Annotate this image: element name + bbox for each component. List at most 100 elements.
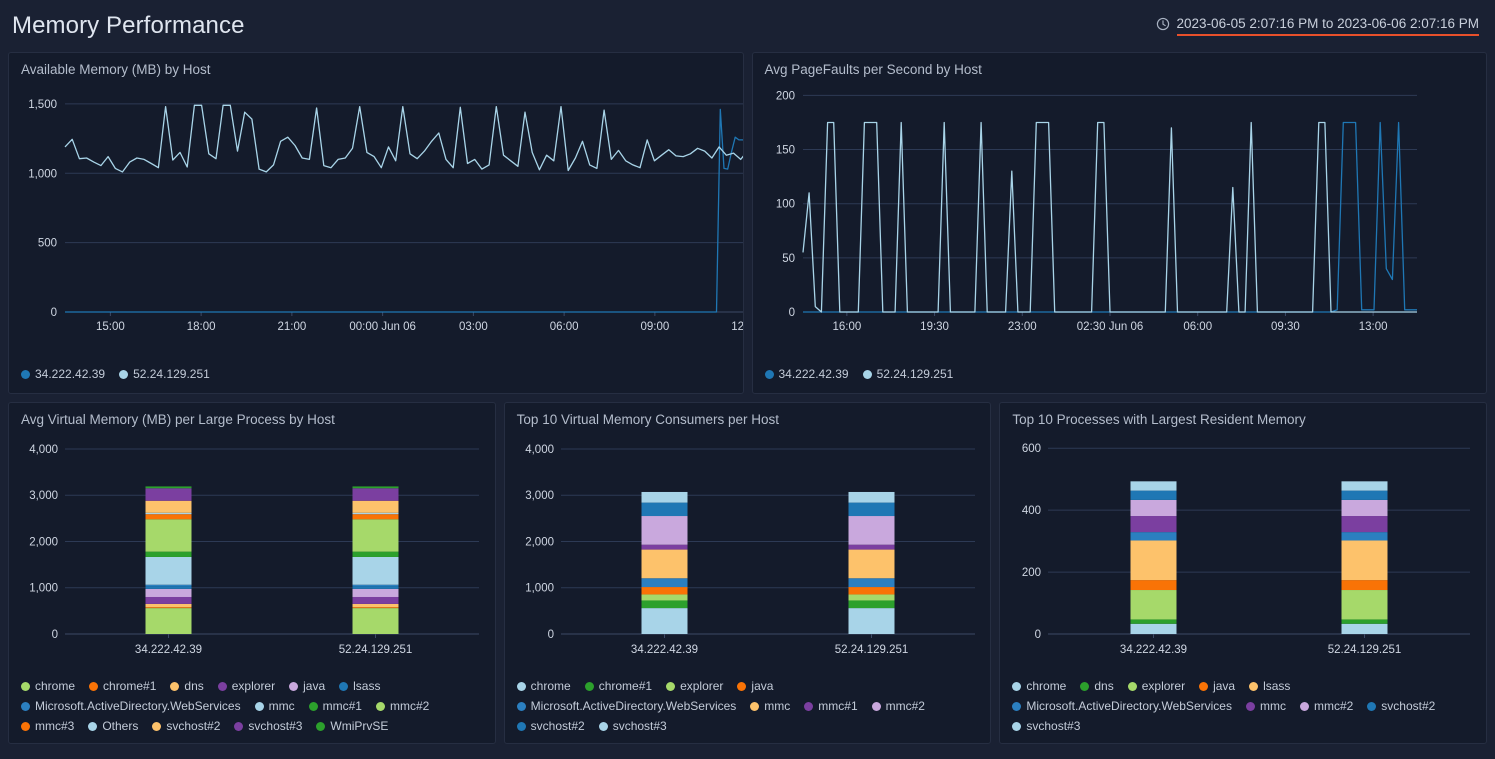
- legend-item[interactable]: chrome#1: [584, 677, 652, 695]
- legend-color-swatch: [862, 369, 872, 379]
- legend-color-swatch: [584, 681, 594, 691]
- chart-legend: 34.222.42.39 52.24.129.251: [764, 365, 1479, 383]
- bar-segment: [1341, 490, 1388, 501]
- bar-segment: [145, 519, 192, 552]
- svg-text:2,000: 2,000: [29, 537, 58, 549]
- panel-title: Avg Virtual Memory (MB) per Large Proces…: [21, 412, 335, 427]
- svg-text:200: 200: [775, 91, 794, 103]
- legend-item[interactable]: explorer: [1127, 677, 1185, 695]
- legend-color-swatch: [316, 721, 326, 731]
- legend-item[interactable]: svchost#3: [234, 717, 302, 735]
- legend-item[interactable]: 52.24.129.251: [862, 365, 953, 383]
- time-range-text[interactable]: 2023-06-05 2:07:16 PM to 2023-06-06 2:07…: [1176, 16, 1479, 36]
- legend-label: svchost#2: [1381, 699, 1436, 713]
- chart-legend: chrome chrome#1 dns explorer java lsass Micros…: [21, 677, 487, 735]
- bar-segment: [352, 500, 399, 513]
- bar-segment: [145, 500, 192, 513]
- svg-text:34.222.42.39: 34.222.42.39: [631, 644, 698, 656]
- legend-item[interactable]: svchost#2: [1367, 697, 1435, 715]
- svg-text:15:00: 15:00: [96, 321, 125, 333]
- legend-item[interactable]: mmc: [1245, 697, 1286, 715]
- legend-color-swatch: [88, 721, 98, 731]
- chart-pagefaults[interactable]: 0 50 100 150 200 16:00 19:30 23:00 02:30 Jun 06 0…: [753, 78, 1487, 348]
- bar-segment: [145, 604, 192, 608]
- bar-segment: [145, 608, 192, 635]
- legend-item[interactable]: Microsoft.ActiveDirectory.WebServices: [21, 697, 241, 715]
- legend-color-swatch: [308, 701, 318, 711]
- legend-item[interactable]: 52.24.129.251: [119, 365, 210, 383]
- legend-color-swatch: [1299, 701, 1309, 711]
- legend-item[interactable]: mmc#3: [21, 717, 74, 735]
- legend-item[interactable]: java: [737, 677, 773, 695]
- legend-item[interactable]: mmc#2: [871, 697, 925, 715]
- legend-item[interactable]: explorer: [217, 677, 276, 695]
- legend-color-swatch: [339, 681, 349, 691]
- bar-segment: [1341, 540, 1388, 581]
- legend-label: lsass: [353, 679, 381, 693]
- legend-item[interactable]: lsass: [339, 677, 380, 695]
- bottom-panel-row: Avg Virtual Memory (MB) per Large Proces…: [0, 402, 1495, 744]
- top-panel-row: Available Memory (MB) by Host 0 500 1,000 1…: [0, 52, 1495, 394]
- bar-segment: [145, 488, 192, 501]
- svg-text:50: 50: [782, 253, 795, 265]
- legend-item[interactable]: Microsoft.ActiveDirectory.WebServices: [1012, 697, 1232, 715]
- legend-item[interactable]: mmc: [254, 697, 295, 715]
- line-chart-svg: 0 500 1,000 1,500 15:00 18:00 21:00 00:00 Jun 0…: [28, 99, 743, 333]
- legend-color-swatch: [1245, 701, 1255, 711]
- bar-segment: [145, 486, 192, 489]
- bar-segment: [641, 549, 688, 579]
- chart-avg-virtual-memory[interactable]: 0 1,000 2,000 3,000 4,000 34.222.42.39 52.24.1…: [9, 428, 495, 668]
- legend-item[interactable]: chrome: [516, 677, 571, 695]
- legend-item[interactable]: svchost#3: [1012, 717, 1080, 735]
- legend-item[interactable]: 34.222.42.39: [764, 365, 849, 383]
- bar-segment: [352, 584, 399, 587]
- legend-label: mmc: [268, 699, 295, 713]
- svg-text:0: 0: [788, 307, 794, 319]
- chart-top10-virtual-memory[interactable]: 0 1,000 2,000 3,000 4,000 34.222.42.39 52.24.1…: [505, 428, 991, 668]
- legend-item[interactable]: svchost#2: [516, 717, 585, 735]
- legend-item[interactable]: chrome: [21, 677, 75, 695]
- legend-item[interactable]: svchost#2: [152, 717, 220, 735]
- legend-item[interactable]: chrome#1: [89, 677, 156, 695]
- bar-segment: [352, 589, 399, 598]
- legend-item[interactable]: mmc#2: [375, 697, 430, 715]
- panel-title: Avg PageFaults per Second by Host: [764, 62, 982, 77]
- legend-item[interactable]: mmc#1: [308, 697, 362, 715]
- svg-text:52.24.129.251: 52.24.129.251: [834, 644, 908, 656]
- legend-item[interactable]: explorer: [666, 677, 723, 695]
- legend-item[interactable]: java: [1199, 677, 1235, 695]
- legend-label: svchost#2: [530, 719, 585, 733]
- legend-label: Microsoft.ActiveDirectory.WebServices: [35, 699, 241, 713]
- svg-text:1,500: 1,500: [28, 99, 57, 111]
- legend-label: mmc#2: [389, 699, 430, 713]
- svg-text:13:00: 13:00: [1358, 321, 1387, 333]
- chart-top10-resident-memory[interactable]: 0 200 400 600 34.222.42.39 52.24.129.251: [1000, 428, 1486, 668]
- svg-text:52.24.129.251: 52.24.129.251: [339, 644, 413, 656]
- bar-segment: [352, 597, 399, 605]
- bar-segment: [848, 594, 895, 601]
- legend-item[interactable]: dns: [1080, 677, 1114, 695]
- legend-item[interactable]: dns: [170, 677, 204, 695]
- chart-available-memory[interactable]: 0 500 1,000 1,500 15:00 18:00 21:00 00:00 Jun 0…: [9, 78, 743, 348]
- legend-item[interactable]: mmc: [750, 697, 790, 715]
- legend-item[interactable]: 34.222.42.39: [21, 365, 105, 383]
- legend-item[interactable]: mmc#1: [804, 697, 858, 715]
- bar-segment: [848, 587, 895, 595]
- bar-segment: [848, 549, 895, 579]
- svg-text:600: 600: [1022, 443, 1041, 455]
- legend-item[interactable]: Microsoft.ActiveDirectory.WebServices: [516, 697, 736, 715]
- legend-item[interactable]: chrome: [1012, 677, 1066, 695]
- time-range-picker[interactable]: 2023-06-05 2:07:16 PM to 2023-06-06 2:07…: [1156, 16, 1479, 36]
- legend-item[interactable]: mmc#2: [1299, 697, 1353, 715]
- legend-item[interactable]: lsass: [1249, 677, 1290, 695]
- legend-label: Others: [102, 719, 139, 733]
- legend-item[interactable]: svchost#3: [598, 717, 667, 735]
- legend-label: mmc: [764, 699, 791, 713]
- legend-color-swatch: [737, 681, 747, 691]
- svg-text:21:00: 21:00: [277, 321, 306, 333]
- legend-item[interactable]: java: [289, 677, 325, 695]
- legend-item[interactable]: Others: [88, 717, 138, 735]
- legend-label: explorer: [231, 679, 276, 693]
- panel-avg-virtual-memory: Avg Virtual Memory (MB) per Large Proces…: [8, 402, 496, 744]
- legend-item[interactable]: WmiPrvSE: [316, 717, 388, 735]
